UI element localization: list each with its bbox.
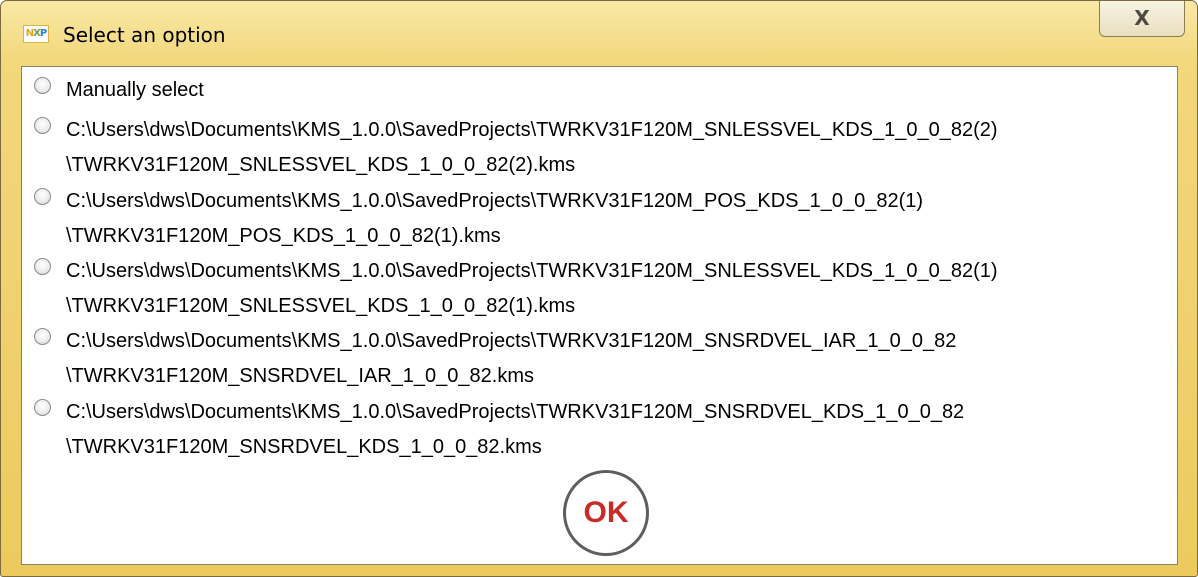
radio-button[interactable] xyxy=(34,188,51,205)
close-button[interactable]: X xyxy=(1099,1,1185,37)
option-label-line2[interactable]: \TWRKV31F120M_SNLESSVEL_KDS_1_0_0_82(2).… xyxy=(66,148,575,183)
ok-button[interactable]: OK xyxy=(563,470,649,556)
option-label-line2[interactable]: \TWRKV31F120M_SNSRDVEL_KDS_1_0_0_82.kms xyxy=(66,430,542,465)
title-bar[interactable]: NXP Select an option X xyxy=(1,1,1197,65)
option-label-line1[interactable]: C:\Users\dws\Documents\KMS_1.0.0\SavedPr… xyxy=(66,324,956,359)
option-label-line2[interactable]: \TWRKV31F120M_POS_KDS_1_0_0_82(1).kms xyxy=(66,219,501,254)
select-option-dialog: NXP Select an option X Manually select C… xyxy=(0,0,1198,577)
option-label-line1[interactable]: C:\Users\dws\Documents\KMS_1.0.0\SavedPr… xyxy=(66,113,998,148)
option-label-line1[interactable]: C:\Users\dws\Documents\KMS_1.0.0\SavedPr… xyxy=(66,184,923,219)
radio-button[interactable] xyxy=(34,399,51,416)
close-icon: X xyxy=(1134,6,1150,30)
option-label-line1[interactable]: C:\Users\dws\Documents\KMS_1.0.0\SavedPr… xyxy=(66,395,964,430)
nxp-app-icon: NXP xyxy=(23,25,49,43)
option-label[interactable]: Manually select xyxy=(66,73,204,108)
option-label-line2[interactable]: \TWRKV31F120M_SNSRDVEL_IAR_1_0_0_82.kms xyxy=(66,359,534,394)
radio-button[interactable] xyxy=(34,328,51,345)
radio-button[interactable] xyxy=(34,117,51,134)
dialog-content: Manually select C:\Users\dws\Documents\K… xyxy=(21,66,1178,565)
window-title: Select an option xyxy=(63,23,226,47)
option-label-line1[interactable]: C:\Users\dws\Documents\KMS_1.0.0\SavedPr… xyxy=(66,254,998,289)
radio-button[interactable] xyxy=(34,77,51,94)
radio-button[interactable] xyxy=(34,258,51,275)
option-label-line2[interactable]: \TWRKV31F120M_SNLESSVEL_KDS_1_0_0_82(1).… xyxy=(66,289,575,324)
